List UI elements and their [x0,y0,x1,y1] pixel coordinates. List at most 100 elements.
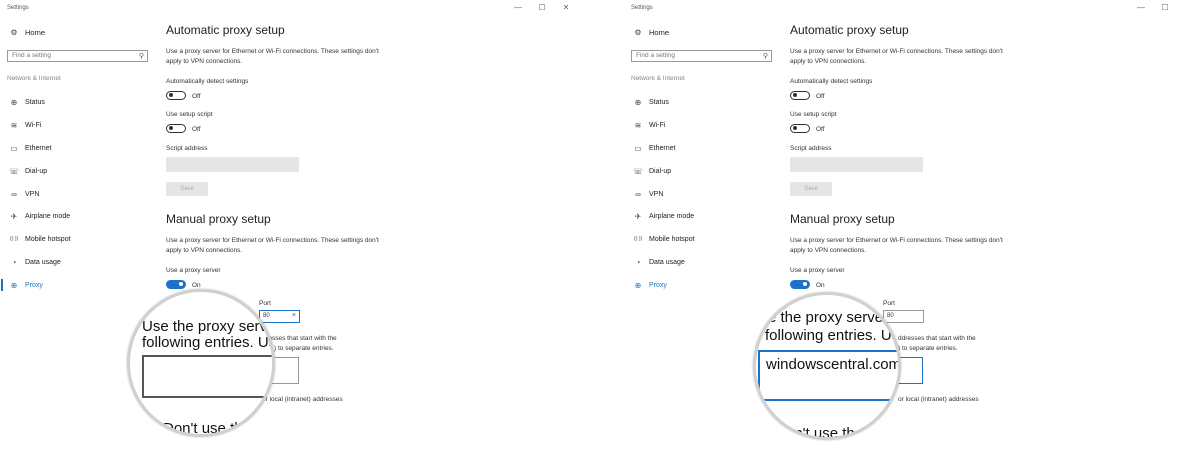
sidebar-item-ethernet[interactable]: ▭ Ethernet [633,142,675,154]
nav-home-label: Home [25,28,46,37]
setup-script-toggle[interactable] [166,124,186,133]
sidebar-item-label: Wi-Fi [25,121,42,129]
sidebar-item-label: Status [25,98,45,106]
sidebar-item-label: Data usage [649,258,685,266]
magnified-description-line1: e the proxy server [768,309,889,326]
sidebar-item-airplane-mode[interactable]: ✈ Airplane mode [9,210,71,222]
setup-script-toggle[interactable] [790,124,810,133]
globe-icon: ⊕ [634,97,642,107]
sidebar-item-mobile-hotspot[interactable]: ((·)) Mobile hotspot [9,233,71,245]
use-proxy-toggle[interactable] [166,280,186,289]
sidebar-item-data-usage[interactable]: ◔ Data usage [633,256,685,268]
sidebar-item-wifi[interactable]: ≋ Wi-Fi [633,119,666,131]
search-input[interactable]: Find a setting ⚲ [7,50,148,62]
detect-settings-label: Automatically detect settings [790,78,873,85]
exceptions-description-1: ddresses that start with the [898,335,976,342]
automatic-proxy-heading: Automatic proxy setup [790,23,909,37]
maximize-button[interactable]: ☐ [530,3,554,12]
magnifier-lens: Use the proxy server e following entries… [127,289,275,437]
sidebar-item-label: Wi-Fi [649,121,666,129]
sidebar-item-label: Data usage [25,258,61,266]
data-usage-icon: ◔ [635,257,641,267]
manual-proxy-description: Use a proxy server for Ethernet or Wi-Fi… [166,237,379,254]
nav-home[interactable]: ⚙ Home [9,28,45,37]
sidebar-item-vpn[interactable]: ∞ VPN [9,188,39,200]
manual-proxy-description: Use a proxy server for Ethernet or Wi-Fi… [790,237,1003,254]
active-indicator [1,279,3,291]
sidebar-item-dialup[interactable]: ☏ Dial-up [9,165,47,177]
gear-icon: ⚙ [634,28,642,37]
search-placeholder: Find a setting [12,52,52,59]
port-label: Port [259,300,271,307]
sidebar-item-label: Proxy [25,281,43,289]
sidebar-item-proxy[interactable]: ⊕ Proxy [633,279,667,291]
search-icon: ⚲ [762,53,768,60]
script-address-label: Script address [790,145,832,152]
sidebar-item-proxy[interactable]: ⊕ Proxy [9,279,43,291]
typed-value-text: windowscentral.com [766,356,901,373]
magnified-dont-use-label: on't use th [786,425,855,440]
detect-settings-toggle[interactable] [790,91,810,100]
magnified-description-line2: following entries. Use se [142,334,272,351]
detect-settings-state: Off [816,93,825,100]
proxy-icon: ⊕ [634,280,642,290]
vpn-icon: ∞ [635,189,641,199]
exceptions-description-2: ) to separate entries. [898,345,958,352]
script-address-label: Script address [166,145,208,152]
sidebar-item-airplane-mode[interactable]: ✈ Airplane mode [633,210,695,222]
sidebar-item-status[interactable]: ⊕ Status [633,96,669,108]
automatic-proxy-description: Use a proxy server for Ethernet or Wi-Fi… [790,48,1003,65]
sidebar-item-label: VPN [649,190,664,198]
wifi-icon: ≋ [634,120,642,130]
sidebar-item-label: Status [649,98,669,106]
window-title: Settings [7,5,29,11]
sidebar-item-mobile-hotspot[interactable]: ((·)) Mobile hotspot [633,233,695,245]
local-addresses-label: or local (intranet) addresses [898,396,979,403]
detect-settings-label: Automatically detect settings [166,78,249,85]
clear-icon[interactable]: × [292,312,296,319]
sidebar-item-label: Ethernet [25,144,52,152]
gear-icon: ⚙ [10,28,18,37]
magnified-dont-use-label: Don't use the [163,420,251,437]
magnified-typed-value: windowscentral.com [766,356,901,373]
port-label: Port [883,300,895,307]
magnified-exceptions-input[interactable] [142,355,272,398]
nav-home[interactable]: ⚙ Home [633,28,669,37]
search-input[interactable]: Find a setting ⚲ [631,50,772,62]
globe-icon: ⊕ [10,97,18,107]
detect-settings-toggle[interactable] [166,91,186,100]
sidebar-item-label: Ethernet [649,144,676,152]
sidebar-item-status[interactable]: ⊕ Status [9,96,45,108]
sidebar-item-label: Dial-up [649,167,672,175]
setup-script-label: Use setup script [790,111,837,118]
port-input[interactable]: 80 [883,310,924,323]
sidebar-item-label: Mobile hotspot [25,235,71,243]
proxy-icon: ⊕ [10,280,18,290]
script-address-input[interactable] [166,157,299,172]
manual-proxy-heading: Manual proxy setup [790,212,895,226]
use-proxy-toggle[interactable] [790,280,810,289]
hotspot-icon: ((·)) [633,236,643,242]
sidebar-item-data-usage[interactable]: ◔ Data usage [9,256,61,268]
save-button[interactable]: Save [166,182,208,196]
sidebar-item-label: Mobile hotspot [649,235,695,243]
sidebar-item-label: Airplane mode [25,212,71,220]
sidebar-item-dialup[interactable]: ☏ Dial-up [633,165,671,177]
search-placeholder: Find a setting [636,52,676,59]
minimize-button[interactable]: — [506,3,530,12]
automatic-proxy-heading: Automatic proxy setup [166,23,285,37]
script-address-input[interactable] [790,157,923,172]
close-button[interactable]: ✕ [554,3,578,12]
magnified-description-line1: Use the proxy server e [142,318,275,335]
setup-script-state: Off [816,126,825,133]
use-proxy-state: On [192,282,201,289]
maximize-button[interactable]: ☐ [1153,3,1177,12]
sidebar-item-ethernet[interactable]: ▭ Ethernet [9,142,51,154]
minimize-button[interactable]: — [1129,3,1153,12]
sidebar-item-vpn[interactable]: ∞ VPN [633,188,663,200]
sidebar-item-wifi[interactable]: ≋ Wi-Fi [9,119,42,131]
save-button[interactable]: Save [790,182,832,196]
dialup-icon: ☏ [9,166,20,176]
hotspot-icon: ((·)) [9,236,19,242]
use-proxy-state: On [816,282,825,289]
